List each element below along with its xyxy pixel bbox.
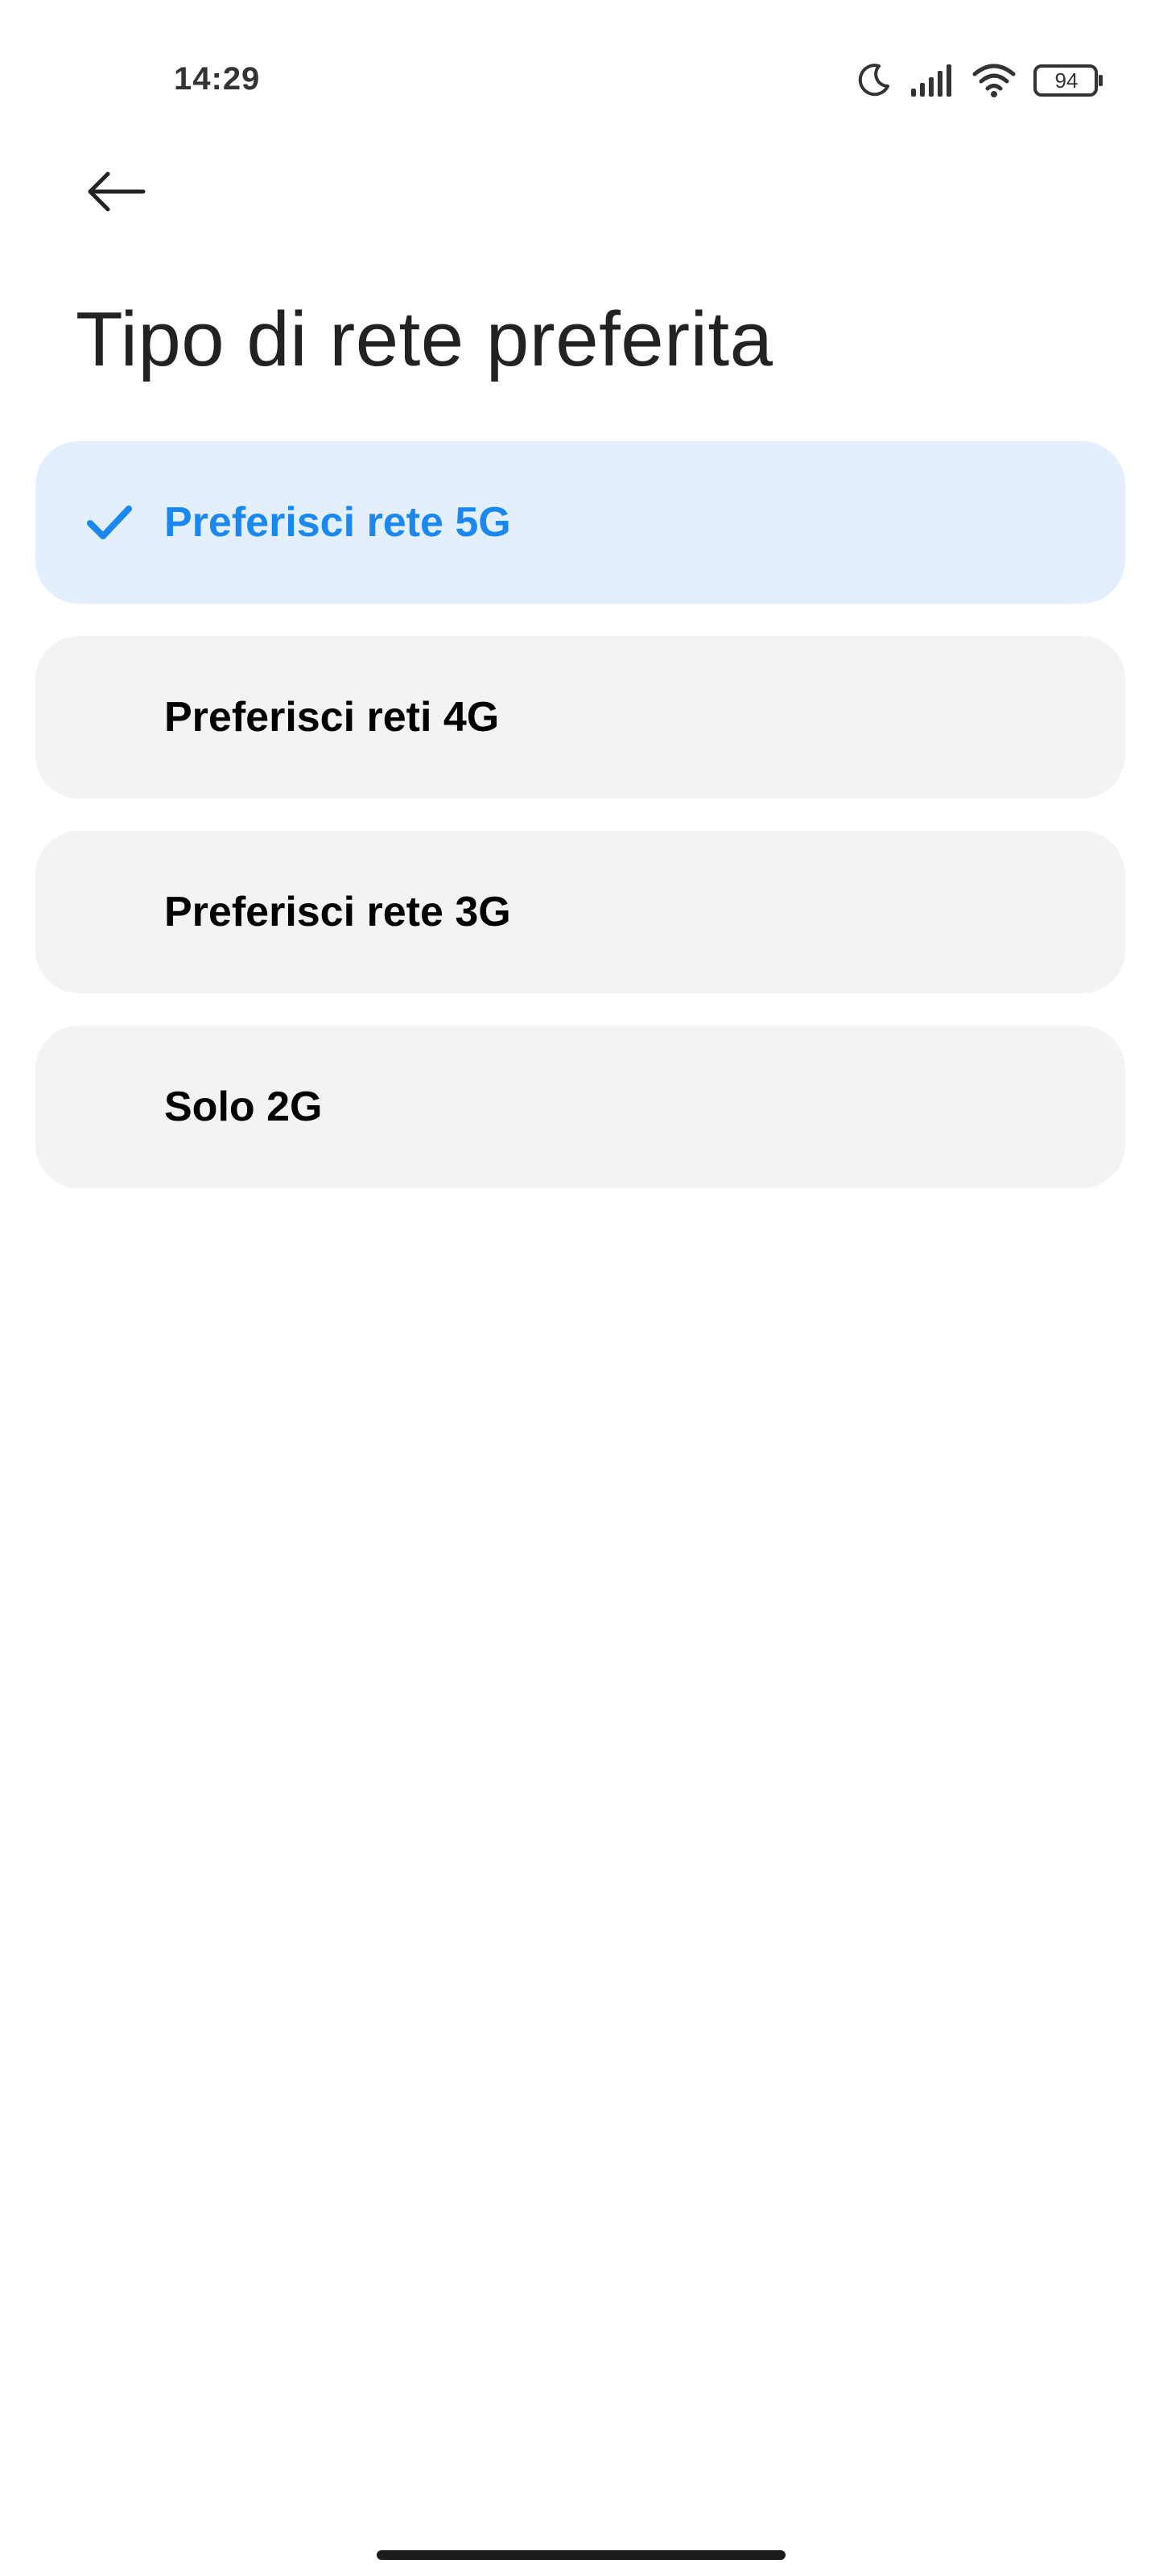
option-label: Preferisci rete 5G	[164, 499, 511, 546]
status-bar: 14:29 94	[0, 0, 1159, 161]
option-2g[interactable]: Solo 2G	[35, 1026, 1125, 1188]
back-button[interactable]	[77, 158, 155, 229]
signal-icon	[909, 63, 955, 98]
wifi-icon	[972, 63, 1016, 98]
option-3g[interactable]: Preferisci rete 3G	[35, 831, 1125, 993]
option-4g[interactable]: Preferisci reti 4G	[35, 636, 1125, 799]
page-title: Tipo di rete preferita	[76, 296, 773, 382]
check-icon	[84, 497, 135, 548]
status-icons: 94	[837, 58, 1104, 103]
network-type-options: Preferisci rete 5G Preferisci reti 4G Pr…	[35, 441, 1125, 1220]
moon-icon	[855, 62, 892, 99]
battery-level: 94	[1054, 68, 1079, 93]
option-label: Preferisci reti 4G	[164, 694, 500, 741]
battery-icon: 94	[1033, 64, 1104, 97]
option-5g[interactable]: Preferisci rete 5G	[35, 441, 1125, 604]
option-label: Preferisci rete 3G	[164, 889, 511, 935]
status-time: 14:29	[174, 61, 261, 97]
home-indicator[interactable]	[377, 2550, 786, 2560]
option-label: Solo 2G	[164, 1084, 323, 1130]
arrow-left-icon	[85, 171, 146, 217]
